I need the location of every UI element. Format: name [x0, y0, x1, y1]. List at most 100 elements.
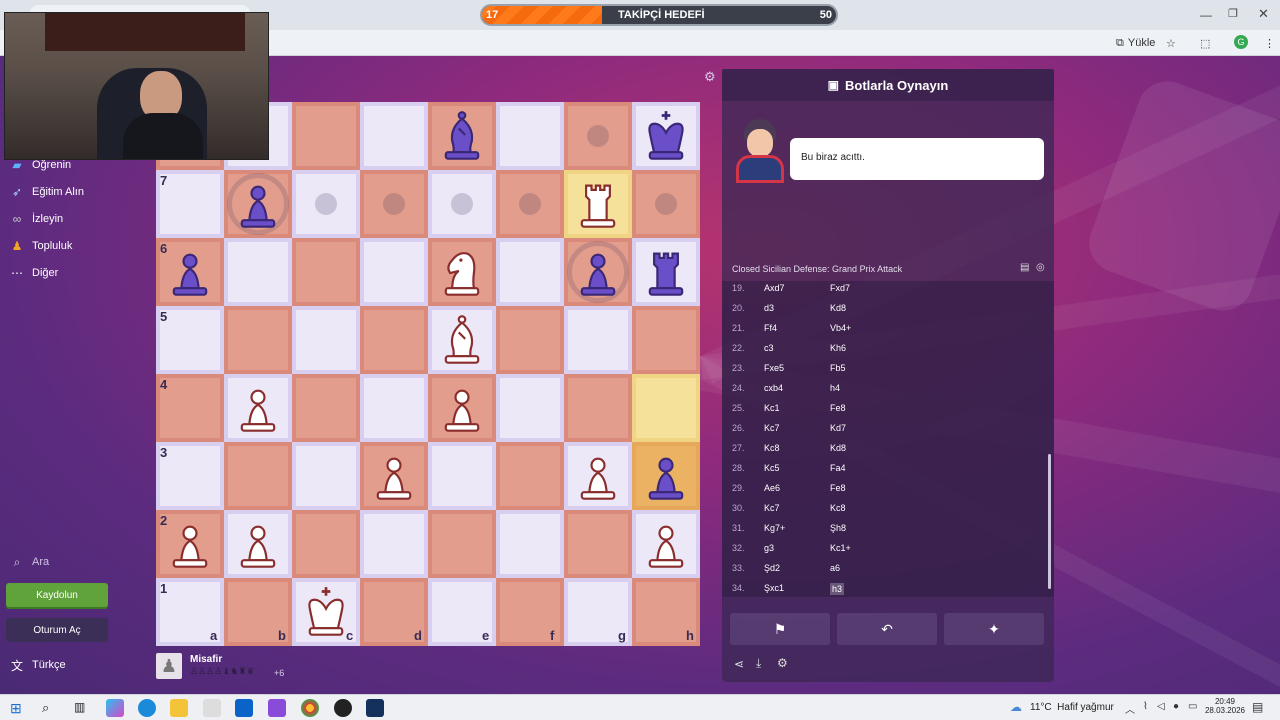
sidebar-item-community[interactable]: ♟ Topluluk — [10, 239, 73, 253]
move-hint-dot[interactable] — [451, 193, 473, 215]
move-hint-dot[interactable] — [655, 193, 677, 215]
white-move[interactable]: Kc5 — [764, 463, 780, 473]
white-pawn-piece[interactable] — [224, 374, 292, 442]
square-f4[interactable] — [496, 374, 564, 442]
black-pawn-piece[interactable] — [156, 238, 224, 306]
black-move[interactable]: Fe8 — [830, 403, 846, 413]
browser-menu-icon[interactable]: ⋮ — [1264, 34, 1275, 52]
black-pawn-piece[interactable] — [224, 170, 292, 238]
white-move[interactable]: Kc1 — [764, 403, 780, 413]
chess-board[interactable]: 7654321abcdefgh — [156, 102, 700, 646]
black-move[interactable]: a6 — [830, 563, 840, 573]
signup-button[interactable]: Kaydolun — [6, 583, 108, 607]
task-view-icon[interactable]: ▥ — [74, 700, 85, 714]
volume-icon[interactable]: ◁ — [1157, 701, 1165, 712]
square-d8[interactable] — [360, 102, 428, 170]
chrome-icon[interactable] — [301, 699, 319, 717]
white-bishop-piece[interactable] — [428, 306, 496, 374]
white-pawn-piece[interactable] — [632, 510, 700, 578]
edge-icon[interactable] — [138, 699, 156, 717]
white-pawn-piece[interactable] — [224, 510, 292, 578]
upload-button[interactable]: ⧉ Yükle — [1116, 34, 1155, 52]
window-maximize-button[interactable]: ❐ — [1228, 7, 1238, 20]
black-rook-piece[interactable] — [632, 238, 700, 306]
black-bishop-piece[interactable] — [428, 102, 496, 170]
download-icon[interactable]: ⤓ — [756, 656, 761, 671]
square-c8[interactable] — [292, 102, 360, 170]
white-move[interactable]: Ae6 — [764, 483, 780, 493]
white-move[interactable]: Şxc1 — [764, 583, 784, 593]
square-c5[interactable] — [292, 306, 360, 374]
move-list-scrollbar[interactable] — [1048, 454, 1051, 589]
square-e2[interactable] — [428, 510, 496, 578]
square-b6[interactable] — [224, 238, 292, 306]
tray-chevron-icon[interactable]: ︿ — [1125, 701, 1135, 716]
square-h5[interactable] — [632, 306, 700, 374]
black-move[interactable]: Fe8 — [830, 483, 846, 493]
weather-text[interactable]: 11°C Hafif yağmur — [1030, 702, 1114, 713]
sidebar-item-train[interactable]: ➶ Eğitim Alın — [10, 185, 84, 199]
square-d2[interactable] — [360, 510, 428, 578]
bookmark-star-icon[interactable]: ☆ — [1166, 34, 1176, 52]
white-pawn-piece[interactable] — [564, 442, 632, 510]
square-g4[interactable] — [564, 374, 632, 442]
window-minimize-button[interactable]: — — [1200, 8, 1212, 22]
square-b5[interactable] — [224, 306, 292, 374]
black-move[interactable]: Kc1+ — [830, 543, 851, 553]
white-knight-piece[interactable] — [428, 238, 496, 306]
profile-avatar[interactable]: G — [1234, 35, 1248, 49]
white-pawn-piece[interactable] — [360, 442, 428, 510]
square-h4[interactable] — [632, 374, 700, 442]
book-icon[interactable]: ▤ — [1020, 262, 1029, 273]
black-pawn-piece[interactable] — [564, 238, 632, 306]
move-list[interactable]: 19. Axd7 Fxd7 20. d3 Kd8 21. Ff4 Vb4+ 22. c3 Kh6 23.… — [722, 281, 1054, 597]
taskbar-search-icon[interactable]: ⌕ — [42, 700, 49, 716]
square-d5[interactable] — [360, 306, 428, 374]
hint-button[interactable]: ✦ — [944, 613, 1044, 645]
microphone-icon[interactable]: ● — [1173, 701, 1179, 712]
square-c4[interactable] — [292, 374, 360, 442]
white-move[interactable]: cxb4 — [764, 383, 783, 393]
share-icon[interactable]: ⋖ — [734, 657, 744, 671]
extensions-icon[interactable]: ⬚ — [1200, 34, 1210, 52]
black-pawn-piece[interactable] — [632, 442, 700, 510]
square-c6[interactable] — [292, 238, 360, 306]
steam-icon[interactable] — [366, 699, 384, 717]
white-move[interactable]: Ff4 — [764, 323, 777, 333]
move-hint-dot[interactable] — [383, 193, 405, 215]
copilot-icon[interactable] — [106, 699, 124, 717]
square-f8[interactable] — [496, 102, 564, 170]
login-button[interactable]: Oturum Aç — [6, 618, 108, 642]
network-icon[interactable]: ⌇ — [1143, 701, 1148, 712]
store-icon[interactable] — [203, 699, 221, 717]
black-move[interactable]: Kd7 — [830, 423, 846, 433]
black-move[interactable]: Kd8 — [830, 303, 846, 313]
white-pawn-piece[interactable] — [428, 374, 496, 442]
white-move[interactable]: Kc7 — [764, 503, 780, 513]
black-move[interactable]: h4 — [830, 383, 840, 393]
square-b3[interactable] — [224, 442, 292, 510]
black-move[interactable]: Fa4 — [830, 463, 846, 473]
sidebar-item-learn[interactable]: ▰ Öğrenin — [10, 158, 71, 172]
white-rook-piece[interactable] — [564, 170, 632, 238]
white-move[interactable]: Kc8 — [764, 443, 780, 453]
square-f5[interactable] — [496, 306, 564, 374]
square-e3[interactable] — [428, 442, 496, 510]
black-move[interactable]: Vb4+ — [830, 323, 851, 333]
file-explorer-icon[interactable] — [170, 699, 188, 717]
black-move[interactable]: Kc8 — [830, 503, 846, 513]
white-pawn-piece[interactable] — [156, 510, 224, 578]
sidebar-item-watch[interactable]: ∞ İzleyin — [10, 212, 63, 226]
mail-icon[interactable] — [235, 699, 253, 717]
black-move[interactable]: h3 — [830, 583, 845, 595]
square-g5[interactable] — [564, 306, 632, 374]
move-hint-dot[interactable] — [315, 193, 337, 215]
white-move[interactable]: Kc7 — [764, 423, 780, 433]
white-move[interactable]: Şd2 — [764, 563, 780, 573]
black-move[interactable]: Fxd7 — [830, 283, 850, 293]
resign-button[interactable]: ⚑ — [730, 613, 830, 645]
battery-icon[interactable]: ▭ — [1188, 701, 1197, 712]
explorer-icon[interactable]: ◎ — [1036, 262, 1045, 273]
board-settings-gear-icon[interactable]: ⚙ — [704, 69, 716, 85]
square-d6[interactable] — [360, 238, 428, 306]
